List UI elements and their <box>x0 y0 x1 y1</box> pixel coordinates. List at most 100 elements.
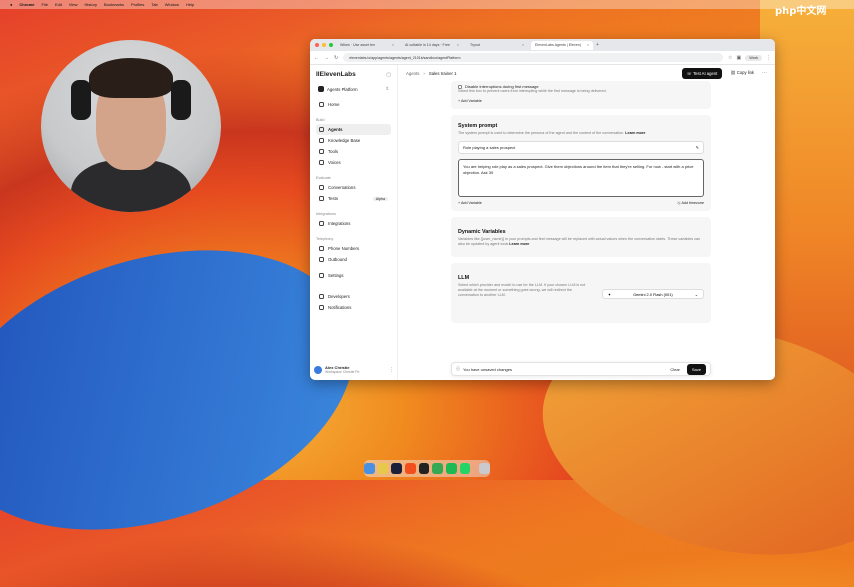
dynamic-variables-card: Dynamic Variables Variables like {{user_… <box>451 217 711 257</box>
reload-icon[interactable]: ↻ <box>334 55 338 61</box>
menu-tab[interactable]: Tab <box>151 2 157 7</box>
breadcrumb-current: Sales trainer 1 <box>428 70 457 76</box>
watermark: php中文网 <box>775 6 827 17</box>
copy-link-button[interactable]: ⛓ Copy link <box>726 67 758 79</box>
spotify-icon[interactable] <box>446 463 457 474</box>
menu-help[interactable]: Help <box>186 2 194 7</box>
collapse-sidebar-icon[interactable]: ▢ <box>386 72 391 78</box>
clear-button[interactable]: Clear <box>666 365 684 374</box>
sidebar-item-integrations[interactable]: Integrations <box>316 218 391 229</box>
platform-icon <box>318 86 324 92</box>
browser-tab-active[interactable]: ElevenLabs Agents | Eleven| × <box>531 40 593 50</box>
sidebar-item-developers[interactable]: Developers <box>316 291 391 302</box>
sidebar-item-notifications[interactable]: Notifications <box>316 302 391 313</box>
back-icon[interactable]: ← <box>314 55 319 61</box>
sidebar-item-label: Settings <box>328 273 344 278</box>
tab-label: Wikes · Use asset ten <box>340 43 375 47</box>
extensions-icon[interactable]: ▣ <box>736 55 741 61</box>
logo: IIElevenLabs <box>316 71 356 78</box>
dynamic-variables-description: Variables like {{user_name}} in your pro… <box>458 237 701 246</box>
sidebar-item-tools[interactable]: Tools <box>316 146 391 157</box>
sidebar-item-tests[interactable]: Tests Alpha <box>316 193 391 204</box>
forward-icon[interactable]: → <box>324 55 329 61</box>
user-menu[interactable]: Alex Christie Workspace Christie Pe ⋮ <box>314 365 394 374</box>
sidebar-item-voices[interactable]: Voices <box>316 157 391 168</box>
whatsapp-icon[interactable] <box>459 463 471 474</box>
zoom-window-button[interactable] <box>329 43 333 47</box>
sidebar-item-conversations[interactable]: Conversations <box>316 182 391 193</box>
sidebar-item-outbound[interactable]: Outbound <box>316 254 391 265</box>
apple-icon[interactable]: ● <box>10 2 12 7</box>
unsaved-changes-bar: ⓘ You have unsaved changes Clear Save <box>451 362 711 376</box>
app-icon[interactable] <box>391 463 402 474</box>
chrome-icon[interactable] <box>432 463 444 474</box>
trash-icon[interactable] <box>479 463 491 474</box>
learn-more-link[interactable]: Learn more <box>509 242 529 246</box>
unsaved-message: You have unsaved changes <box>463 366 513 372</box>
llm-model-select[interactable]: ✦ Gemini 2.0 Flash (001) ⌄ <box>601 289 704 299</box>
system-prompt-textarea[interactable]: You are helping role play as a sales pro… <box>458 159 704 197</box>
kebab-menu-icon[interactable]: ⋮ <box>766 55 771 61</box>
profile-button[interactable]: Work <box>745 54 762 61</box>
menu-bookmarks[interactable]: Bookmarks <box>104 2 124 7</box>
sidebar-item-phone-numbers[interactable]: Phone Numbers <box>316 243 391 254</box>
add-timezone-button[interactable]: ◷ Add timezone <box>677 201 704 205</box>
new-tab-button[interactable]: + <box>596 42 599 48</box>
learn-more-link[interactable]: Learn more <box>625 131 645 135</box>
dynamic-variables-title: Dynamic Variables <box>458 229 506 235</box>
copy-link-label: Copy link <box>736 70 754 75</box>
interruptions-description: Select this box to prevent users from in… <box>458 89 607 93</box>
browser-tab[interactable]: Wikes · Use asset ten × <box>336 41 398 50</box>
url-input[interactable]: elevenlabs.io/app/agents/agents/agent_21… <box>343 53 723 62</box>
info-icon: ⓘ <box>456 366 460 371</box>
tab-label: AI cuttable in 14 days · Free <box>405 43 450 47</box>
llm-description: Select which provider and model to use f… <box>458 283 586 297</box>
checkbox-box[interactable] <box>458 84 462 89</box>
sidebar-item-label: Conversations <box>328 185 356 190</box>
role-field[interactable]: Role playing a sales prospect ✎ <box>458 141 704 154</box>
menu-file[interactable]: File <box>42 2 48 7</box>
sidebar-item-label: Tests <box>328 196 339 201</box>
minimize-window-button[interactable] <box>322 43 326 47</box>
menu-profiles[interactable]: Profiles <box>131 2 144 7</box>
close-tab-icon[interactable]: × <box>457 43 459 47</box>
platform-switcher[interactable]: Agents Platform ⇕ <box>316 84 391 94</box>
home-icon <box>319 102 324 107</box>
menu-view[interactable]: View <box>69 2 78 7</box>
sidebar-item-label: Knowledge Base <box>328 138 361 143</box>
menu-window[interactable]: Window <box>165 2 179 7</box>
sidebar-item-label: Agents <box>328 127 343 132</box>
menu-app[interactable]: Chrome <box>19 2 34 7</box>
top-bar: Agents › Sales trainer 1 ☏ Test AI agent… <box>398 65 775 81</box>
close-tab-icon[interactable]: × <box>587 43 589 47</box>
add-variable-button[interactable]: + Add Variable <box>458 201 482 205</box>
browser-tab[interactable]: Tryout × <box>466 41 528 50</box>
close-tab-icon[interactable]: × <box>522 43 524 47</box>
breadcrumb-agents[interactable]: Agents <box>406 71 419 76</box>
outbound-icon <box>319 257 324 262</box>
address-bar: ← → ↻ elevenlabs.io/app/agents/agents/ag… <box>310 51 775 65</box>
close-tab-icon[interactable]: × <box>392 43 394 47</box>
terminal-icon[interactable] <box>418 463 430 474</box>
magic-wand-icon[interactable]: ✎ <box>696 145 699 150</box>
figma-icon[interactable] <box>405 463 416 474</box>
menu-history[interactable]: History <box>85 2 97 7</box>
sidebar-item-label: Voices <box>328 160 341 165</box>
tab-label: Tryout <box>470 43 481 47</box>
sidebar-item-agents[interactable]: Agents <box>316 124 391 135</box>
role-value: Role playing a sales prospect <box>463 145 516 150</box>
sidebar-item-settings[interactable]: Settings <box>316 270 391 281</box>
star-icon[interactable]: ☆ <box>728 55 732 61</box>
finder-icon[interactable] <box>363 463 375 474</box>
add-variable-button[interactable]: + Add Variable <box>458 99 704 103</box>
browser-tab[interactable]: AI cuttable in 14 days · Free × <box>401 41 463 50</box>
save-button[interactable]: Save <box>686 363 706 375</box>
more-options-icon[interactable]: ⋯ <box>762 70 767 76</box>
chevron-down-icon: ⌄ <box>694 291 698 297</box>
notes-icon[interactable] <box>377 463 389 474</box>
test-agent-button[interactable]: ☏ Test AI agent <box>681 67 723 79</box>
menu-edit[interactable]: Edit <box>55 2 62 7</box>
sidebar-item-home[interactable]: Home <box>316 99 391 110</box>
close-window-button[interactable] <box>315 43 319 47</box>
sidebar-item-knowledge-base[interactable]: Knowledge Base <box>316 135 391 146</box>
